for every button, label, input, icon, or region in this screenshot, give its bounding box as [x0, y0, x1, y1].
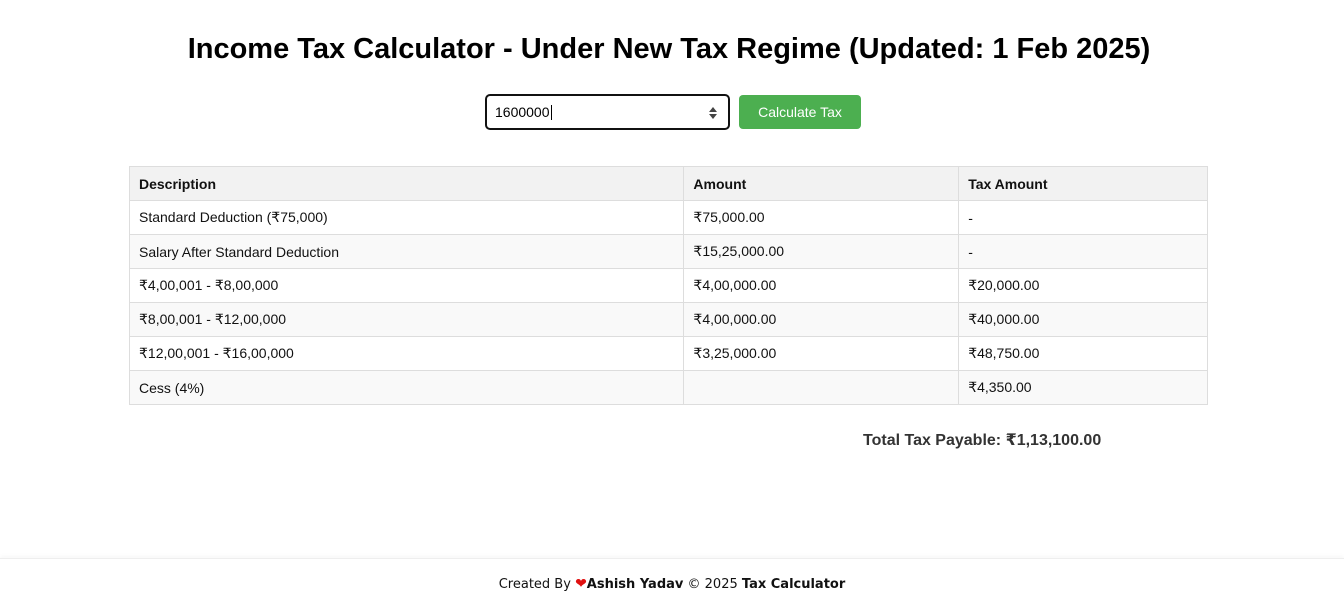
table-row: ₹8,00,001 - ₹12,00,000 ₹4,00,000.00 ₹40,… — [128, 302, 1208, 337]
cell-tax: - — [958, 234, 1208, 269]
cell-amount: ₹4,00,000.00 — [683, 268, 960, 303]
cell-tax: ₹48,750.00 — [958, 336, 1208, 371]
cell-amount: ₹3,25,000.00 — [683, 336, 960, 371]
spinner-down-icon[interactable] — [709, 114, 717, 119]
heart-icon: ❤ — [575, 576, 587, 592]
table-row: Salary After Standard Deduction ₹15,25,0… — [128, 234, 1208, 269]
page-footer: Created By ❤Ashish Yadav © 2025 Tax Calc… — [0, 558, 1344, 605]
cell-description: ₹4,00,001 - ₹8,00,000 — [128, 268, 685, 303]
table-row: ₹4,00,001 - ₹8,00,000 ₹4,00,000.00 ₹20,0… — [128, 268, 1208, 303]
table-row: Standard Deduction (₹75,000) ₹75,000.00 … — [128, 200, 1208, 235]
cell-tax: ₹20,000.00 — [958, 268, 1208, 303]
table-header-row: Description Amount Tax Amount — [128, 166, 1208, 201]
column-header-amount: Amount — [683, 166, 960, 201]
cell-description: Salary After Standard Deduction — [128, 234, 685, 269]
cell-description: ₹8,00,001 - ₹12,00,000 — [128, 302, 685, 337]
cell-amount: ₹15,25,000.00 — [683, 234, 960, 269]
page-title: Income Tax Calculator - Under New Tax Re… — [187, 33, 1151, 65]
footer-author: Ashish Yadav — [586, 577, 684, 592]
tax-breakdown-table: Description Amount Tax Amount Standard D… — [128, 166, 1208, 405]
column-header-description: Description — [128, 166, 685, 201]
number-spinner[interactable] — [708, 105, 718, 121]
total-tax-payable: Total Tax Payable: ₹1,13,100.00 — [863, 432, 1102, 449]
cell-description: Cess (4%) — [128, 370, 685, 405]
tax-form: Calculate Tax — [485, 94, 861, 130]
footer-prefix: Created By — [498, 577, 571, 592]
column-header-tax-amount: Tax Amount — [958, 166, 1208, 201]
cell-description: Standard Deduction (₹75,000) — [128, 200, 685, 235]
table-row: ₹12,00,001 - ₹16,00,000 ₹3,25,000.00 ₹48… — [128, 336, 1208, 371]
cell-amount: ₹75,000.00 — [683, 200, 960, 235]
cell-tax: ₹40,000.00 — [958, 302, 1208, 337]
cell-amount — [683, 370, 960, 405]
calculate-tax-button[interactable]: Calculate Tax — [739, 95, 861, 129]
cell-tax: ₹4,350.00 — [958, 370, 1208, 405]
spinner-up-icon[interactable] — [709, 107, 717, 112]
cell-amount: ₹4,00,000.00 — [683, 302, 960, 337]
text-caret — [551, 105, 552, 120]
footer-app-name: Tax Calculator — [741, 577, 846, 592]
cell-tax: - — [958, 200, 1208, 235]
salary-input[interactable] — [495, 102, 695, 122]
page: Income Tax Calculator - Under New Tax Re… — [0, 0, 1344, 605]
table-row: Cess (4%) ₹4,350.00 — [128, 370, 1208, 405]
salary-input-wrapper[interactable] — [485, 94, 730, 130]
footer-copyright: © 2025 — [687, 577, 738, 592]
cell-description: ₹12,00,001 - ₹16,00,000 — [128, 336, 685, 371]
